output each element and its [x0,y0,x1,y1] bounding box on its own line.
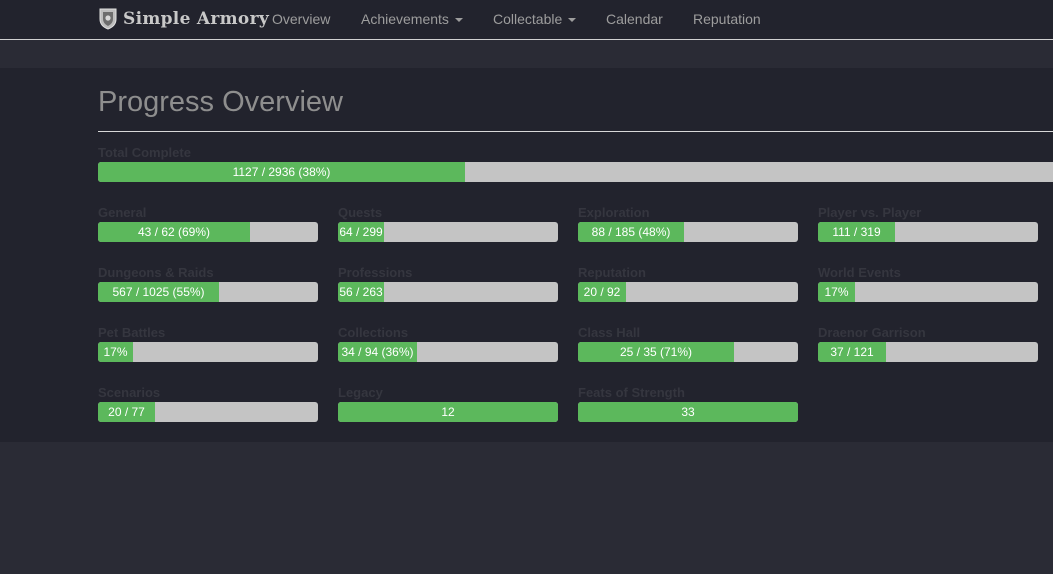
nav-achievements-dropdown[interactable]: Achievements [361,11,463,27]
category-label-scenarios: Scenarios [98,385,161,400]
category-progress-text: 33 [681,405,695,419]
nav-collectable-label: Collectable [493,11,563,27]
category-progress-text: 17% [824,285,849,299]
category-label-professions: Professions [338,265,413,280]
category-label-exploration: Exploration [578,205,650,220]
category-progress-bar-quests[interactable]: 64 / 299 [338,222,558,242]
category-progress-bar-world-events[interactable]: 17% [818,282,1038,302]
total-label: Total Complete [98,145,191,160]
category-label-draenor-garrison: Draenor Garrison [818,325,926,340]
category-progress-text: 43 / 62 (69%) [137,225,211,239]
category-progress-text: 567 / 1025 (55%) [112,285,205,299]
nav-collectable-dropdown[interactable]: Collectable [493,11,577,27]
nav-overview[interactable]: Overview [272,11,330,27]
category-progress-bar-class-hall[interactable]: 25 / 35 (71%) [578,342,798,362]
category-progress-text: 20 / 77 [108,405,145,419]
category-progress-bar-draenor-garrison[interactable]: 37 / 121 [818,342,1038,362]
category-label-player-vs-player: Player vs. Player [818,205,922,220]
category-progress-text: 37 / 121 [830,345,874,359]
nav-calendar-label: Calendar [606,11,663,27]
category-label-legacy: Legacy [338,385,383,400]
category-progress-text: 17% [103,345,128,359]
category-progress-text: 64 / 299 [339,225,383,239]
category-label-feats-of-strength: Feats of Strength [578,385,685,400]
shield-logo-icon [98,8,118,30]
category-label-quests: Quests [338,205,383,220]
nav-overview-label: Overview [272,11,331,27]
caret-down-icon [454,18,463,23]
category-progress-bar-player-vs-player[interactable]: 111 / 319 [818,222,1038,242]
category-progress-text: 56 / 263 [339,285,383,299]
category-progress-text: 25 / 35 (71%) [619,345,693,359]
nav-achievements-label: Achievements [361,11,449,27]
category-progress-bar-feats-of-strength[interactable]: 33 [578,402,798,422]
category-progress-text: 88 / 185 (48%) [591,225,671,239]
category-label-world-events: World Events [818,265,901,280]
category-progress-text: 34 / 94 (36%) [341,345,414,359]
title-divider [98,131,1053,132]
category-label-general: General [98,205,147,220]
brand-link[interactable]: Simple Armory [98,6,269,32]
total-progress-bar[interactable]: 1127 / 2936 (38%) [98,162,1053,182]
nav-reputation[interactable]: Reputation [693,11,761,27]
caret-down-icon [568,18,577,23]
nav-reputation-label: Reputation [693,11,761,27]
category-progress-bar-general[interactable]: 43 / 62 (69%) [98,222,318,242]
total-progress-text: 1127 / 2936 (38%) [232,165,331,179]
category-label-reputation: Reputation [578,265,646,280]
brand-name: Simple Armory [123,9,270,29]
category-label-class-hall: Class Hall [578,325,641,340]
subbar [0,40,1053,68]
category-progress-bar-collections[interactable]: 34 / 94 (36%) [338,342,558,362]
category-progress-bar-scenarios[interactable]: 20 / 77 [98,402,318,422]
category-progress-bar-reputation[interactable]: 20 / 92 [578,282,798,302]
category-label-dungeons-raids: Dungeons & Raids [98,265,214,280]
category-progress-bar-legacy[interactable]: 12 [338,402,558,422]
category-progress-bar-professions[interactable]: 56 / 263 [338,282,558,302]
category-progress-bar-pet-battles[interactable]: 17% [98,342,318,362]
category-label-collections: Collections [338,325,409,340]
category-progress-bar-dungeons-raids[interactable]: 567 / 1025 (55%) [98,282,318,302]
navbar: Simple Armory Overview Achievements Coll… [0,0,1053,40]
category-progress-text: 20 / 92 [583,285,621,299]
category-label-pet-battles: Pet Battles [98,325,166,340]
nav-calendar[interactable]: Calendar [606,11,663,27]
category-progress-text: 111 / 319 [832,225,881,239]
page-title: Progress Overview [98,86,343,118]
category-progress-bar-exploration[interactable]: 88 / 185 (48%) [578,222,798,242]
category-progress-text: 12 [441,405,455,419]
